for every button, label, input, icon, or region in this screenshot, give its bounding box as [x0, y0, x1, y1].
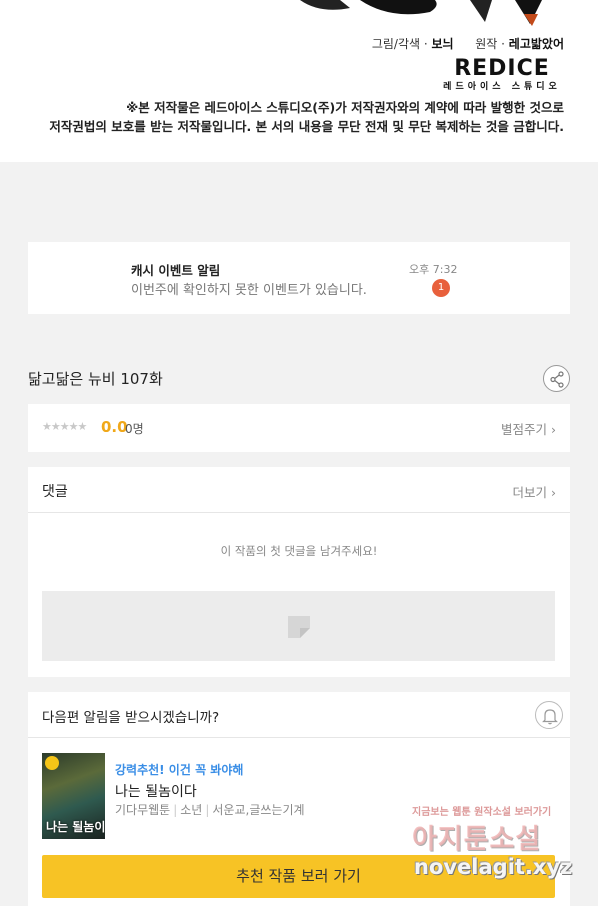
studio-logo-word: REDICE: [454, 56, 550, 81]
event-title: 캐시 이벤트 알림: [131, 263, 221, 278]
rating-stars: ★★★★★: [42, 420, 87, 433]
watermark-url: novelagit.xyz: [414, 855, 573, 879]
rating-count: 0명: [125, 422, 144, 436]
watermark-title: 아지툰소설: [412, 824, 542, 855]
comments-title: 댓글: [42, 484, 68, 500]
comments-more-link[interactable]: 더보기 ›: [513, 482, 556, 501]
art-credit-label: 그림/각색 ·: [371, 37, 428, 51]
bell-icon: [542, 709, 558, 725]
share-icon: [550, 371, 564, 388]
artwork-fragment: [300, 0, 542, 26]
studio-logo: REDICE 레드아이스 스튜디오: [440, 57, 564, 93]
comments-section: 댓글 더보기 › 이 작품의 첫 댓글을 남겨주세요!: [28, 467, 570, 677]
art-credit-name: 보늬: [431, 37, 454, 51]
rate-button[interactable]: 별점주기 ›: [501, 419, 556, 438]
rating-row: ★★★★★ 0.0 0명 별점주기 ›: [28, 404, 570, 452]
event-count-badge: 1: [432, 279, 450, 297]
copyright-line-1: ※본 저작물은 레드아이스 스튜디오(주)가 저작권자와의 계약에 따라 발행한…: [126, 100, 564, 115]
thumbnail-title: 나는 될놈이다: [46, 820, 105, 834]
origin-credit-name: 레고밟았어: [508, 37, 564, 51]
meta-genre: 기다무웹툰: [115, 803, 171, 817]
image-placeholder-icon: [288, 616, 310, 638]
origin-credit-label: 원작 ·: [475, 37, 505, 51]
ad-placeholder: [42, 591, 555, 661]
share-button[interactable]: [543, 365, 570, 392]
copyright-line-2: 저작권법의 보호를 받는 저작물입니다. 본 서의 내용을 무단 전재 및 무단…: [49, 119, 564, 134]
recommended-meta: 기다무웹툰 | 소년 | 서운교,글쓰는기계: [115, 803, 305, 817]
event-notification[interactable]: 캐시 이벤트 알림 이번주에 확인하지 못한 이벤트가 있습니다. 오후 7:3…: [28, 242, 570, 314]
recommended-thumbnail[interactable]: 나는 될놈이다: [42, 753, 105, 839]
comments-header: 댓글 더보기 ›: [28, 467, 570, 513]
rating-score: 0.0: [101, 418, 128, 436]
event-time: 오후 7:32: [409, 263, 458, 276]
studio-logo-sub: 레드아이스 스튜디오: [443, 82, 561, 92]
site-watermark: 지금보는 웹툰 원작소설 보러가기 아지툰소설 novelagit.xyz: [410, 803, 580, 889]
event-message: 이번주에 확인하지 못한 이벤트가 있습니다.: [131, 283, 367, 298]
recommended-title[interactable]: 나는 될놈이다: [115, 781, 197, 801]
recommend-tag: 강력추천! 이건 꼭 봐야해: [115, 763, 244, 777]
meta-category: 소년: [180, 803, 203, 817]
credits: 그림/각색 · 보늬 원작 · 레고밟았어: [372, 35, 564, 52]
alert-bell-button[interactable]: [535, 701, 563, 729]
watermark-tagline: 지금보는 웹툰 원작소설 보러가기: [412, 807, 552, 818]
copyright-notice: ※본 저작물은 레드아이스 스튜디오(주)가 저작권자와의 계약에 따라 발행한…: [49, 98, 564, 136]
episode-footer-card: 그림/각색 · 보늬 원작 · 레고밟았어 REDICE 레드아이스 스튜디오 …: [0, 0, 598, 162]
wait-free-clock-icon: [45, 756, 59, 770]
comments-empty-text: 이 작품의 첫 댓글을 남겨주세요!: [220, 544, 378, 558]
episode-title: 닮고닮은 뉴비 107화: [28, 370, 163, 388]
meta-authors: 서운교,글쓰는기계: [212, 803, 305, 817]
alert-question: 다음편 알림을 받으시겠습니까?: [42, 710, 220, 726]
next-episode-alert: 다음편 알림을 받으시겠습니까?: [28, 692, 570, 738]
